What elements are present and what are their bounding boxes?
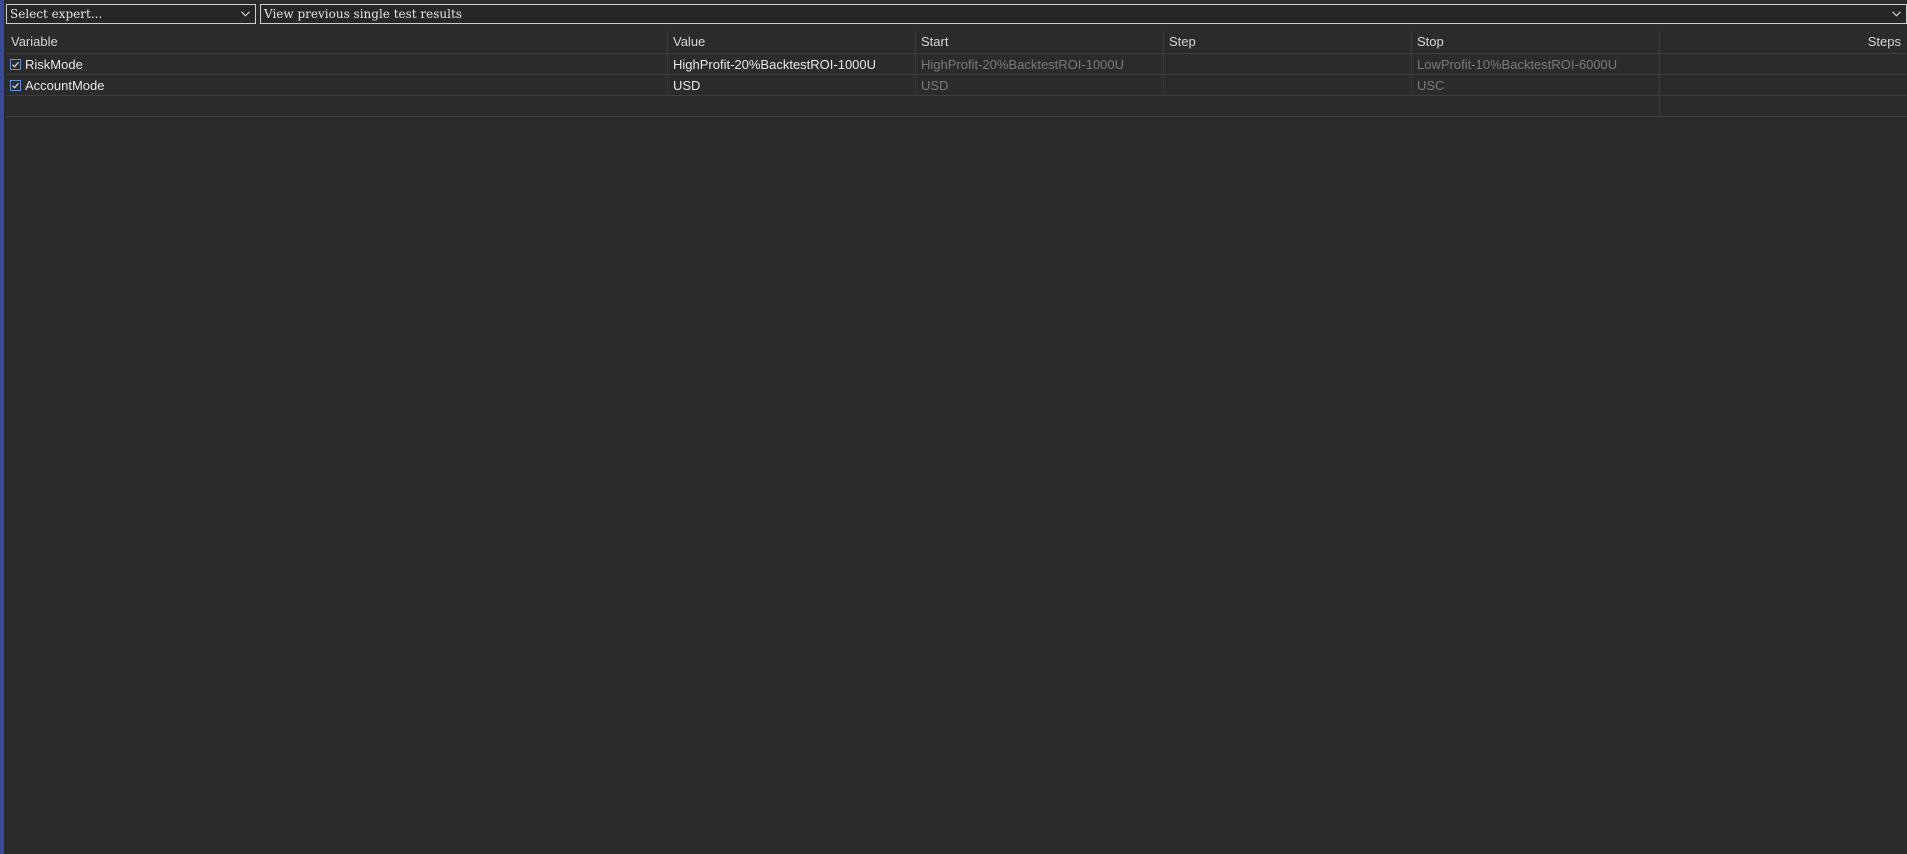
column-header-step[interactable]: Step <box>1163 30 1411 53</box>
steps-cell <box>1659 75 1907 95</box>
steps-cell-empty <box>1659 96 1907 116</box>
empty-table-row <box>6 96 1907 117</box>
column-header-start[interactable]: Start <box>915 30 1163 53</box>
chevron-down-icon[interactable] <box>1889 5 1903 23</box>
stop-cell[interactable]: LowProfit-10%BacktestROI-6000U <box>1411 54 1659 74</box>
chevron-down-icon[interactable] <box>238 5 252 23</box>
expert-select-value: Select expert... <box>10 7 103 21</box>
variable-name: AccountMode <box>25 77 105 93</box>
column-header-stop[interactable]: Stop <box>1411 30 1659 53</box>
value-cell[interactable]: USD <box>667 75 915 95</box>
start-cell[interactable]: HighProfit-20%BacktestROI-1000U <box>915 54 1163 74</box>
table-header: Variable Value Start Step Stop Steps <box>6 30 1907 54</box>
left-accent-bar <box>0 0 4 854</box>
value-cell[interactable]: HighProfit-20%BacktestROI-1000U <box>667 54 915 74</box>
checkmark-icon <box>12 61 20 68</box>
toolbar: Select expert... View previous single te… <box>6 4 1907 25</box>
column-header-value[interactable]: Value <box>667 30 915 53</box>
checkmark-icon <box>12 82 20 89</box>
table-row[interactable]: AccountMode USD USD USC <box>6 75 1907 96</box>
table-row[interactable]: RiskMode HighProfit-20%BacktestROI-1000U… <box>6 54 1907 75</box>
step-cell[interactable] <box>1163 75 1411 95</box>
column-header-variable[interactable]: Variable <box>6 30 667 53</box>
strategy-tester-inputs-panel: Select expert... View previous single te… <box>0 0 1907 854</box>
steps-cell <box>1659 54 1907 74</box>
inputs-table: Variable Value Start Step Stop Steps Ris… <box>6 30 1907 117</box>
test-history-select-value: View previous single test results <box>264 7 462 21</box>
row-checkbox[interactable] <box>10 79 21 91</box>
row-checkbox[interactable] <box>10 58 21 70</box>
variable-cell: AccountMode <box>6 75 667 95</box>
test-history-select[interactable]: View previous single test results <box>260 4 1907 24</box>
expert-select[interactable]: Select expert... <box>6 4 256 24</box>
start-cell[interactable]: USD <box>915 75 1163 95</box>
column-header-steps[interactable]: Steps <box>1659 30 1907 53</box>
step-cell[interactable] <box>1163 54 1411 74</box>
stop-cell[interactable]: USC <box>1411 75 1659 95</box>
variable-name: RiskMode <box>25 56 83 72</box>
variable-cell: RiskMode <box>6 54 667 74</box>
